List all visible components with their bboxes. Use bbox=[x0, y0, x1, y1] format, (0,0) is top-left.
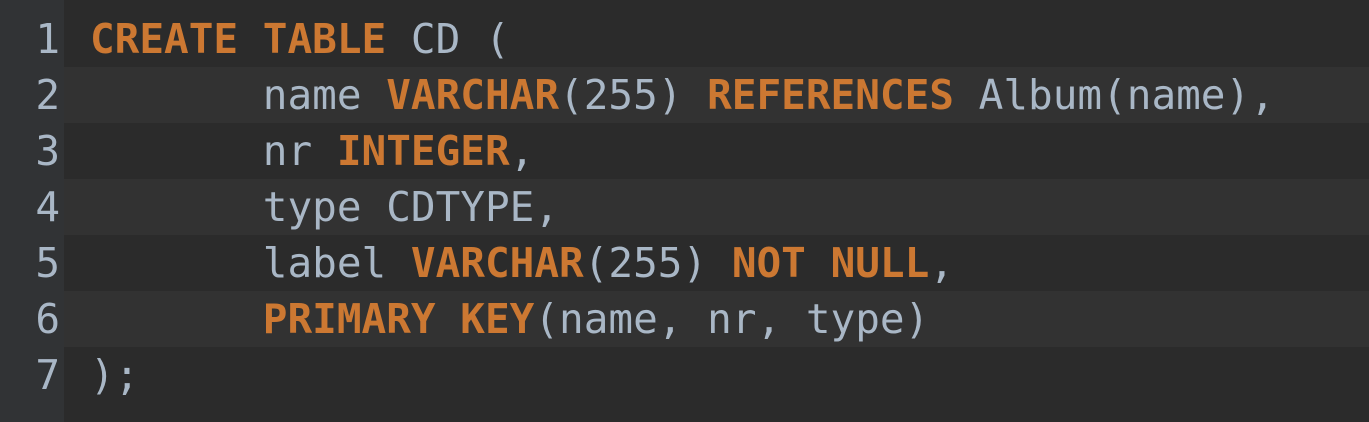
sql-keyword: REFERENCES bbox=[707, 71, 954, 119]
sql-keyword: TABLE bbox=[262, 15, 387, 63]
code-token: Album(name), bbox=[953, 71, 1275, 119]
code-token: , bbox=[929, 239, 954, 287]
code-token: (name, nr, type) bbox=[534, 295, 930, 343]
code-line[interactable]: 6 PRIMARY KEY(name, nr, type) bbox=[0, 291, 1369, 347]
code-editor[interactable]: 1 CREATE TABLE CD (2 name VARCHAR(255) RE… bbox=[0, 0, 1369, 422]
code-text[interactable]: nr INTEGER, bbox=[64, 123, 535, 179]
sql-keyword: NOT bbox=[731, 239, 806, 287]
sql-keyword: INTEGER bbox=[336, 127, 510, 175]
code-line[interactable]: 1 CREATE TABLE CD ( bbox=[0, 11, 1369, 67]
code-line[interactable]: 3 nr INTEGER, bbox=[0, 123, 1369, 179]
sql-keyword: CREATE bbox=[90, 15, 239, 63]
sql-keyword: KEY bbox=[460, 295, 535, 343]
code-line[interactable]: 2 name VARCHAR(255) REFERENCES Album(nam… bbox=[0, 67, 1369, 123]
line-number: 7 bbox=[0, 347, 64, 403]
line-number: 4 bbox=[0, 179, 64, 235]
sql-keyword: PRIMARY bbox=[262, 295, 436, 343]
code-text[interactable]: ); bbox=[64, 347, 139, 403]
code-token: type CDTYPE, bbox=[90, 183, 559, 231]
line-number: 6 bbox=[0, 291, 64, 347]
code-token: (255) bbox=[583, 239, 732, 287]
line-number: 5 bbox=[0, 235, 64, 291]
code-line[interactable]: 7); bbox=[0, 347, 1369, 403]
code-token: , bbox=[509, 127, 535, 175]
line-number: 2 bbox=[0, 67, 64, 123]
code-token: (255) bbox=[559, 71, 708, 119]
code-line[interactable]: 4 type CDTYPE, bbox=[0, 179, 1369, 235]
sql-keyword: VARCHAR bbox=[386, 71, 560, 119]
line-number: 1 bbox=[0, 11, 64, 67]
code-token: CD ( bbox=[386, 15, 510, 63]
code-text[interactable]: label VARCHAR(255) NOT NULL, bbox=[64, 235, 954, 291]
code-token: name bbox=[90, 71, 387, 119]
sql-keyword: NULL bbox=[830, 239, 930, 287]
code-text[interactable]: CREATE TABLE CD ( bbox=[64, 11, 510, 67]
code-token: nr bbox=[90, 127, 337, 175]
line-number: 3 bbox=[0, 123, 64, 179]
code-token: ); bbox=[90, 351, 140, 399]
sql-keyword: VARCHAR bbox=[410, 239, 584, 287]
code-token: label bbox=[90, 239, 411, 287]
code-text[interactable]: name VARCHAR(255) REFERENCES Album(name)… bbox=[64, 67, 1275, 123]
code-text[interactable]: type CDTYPE, bbox=[64, 179, 559, 235]
code-line[interactable]: 5 label VARCHAR(255) NOT NULL, bbox=[0, 235, 1369, 291]
code-text[interactable]: PRIMARY KEY(name, nr, type) bbox=[64, 291, 930, 347]
